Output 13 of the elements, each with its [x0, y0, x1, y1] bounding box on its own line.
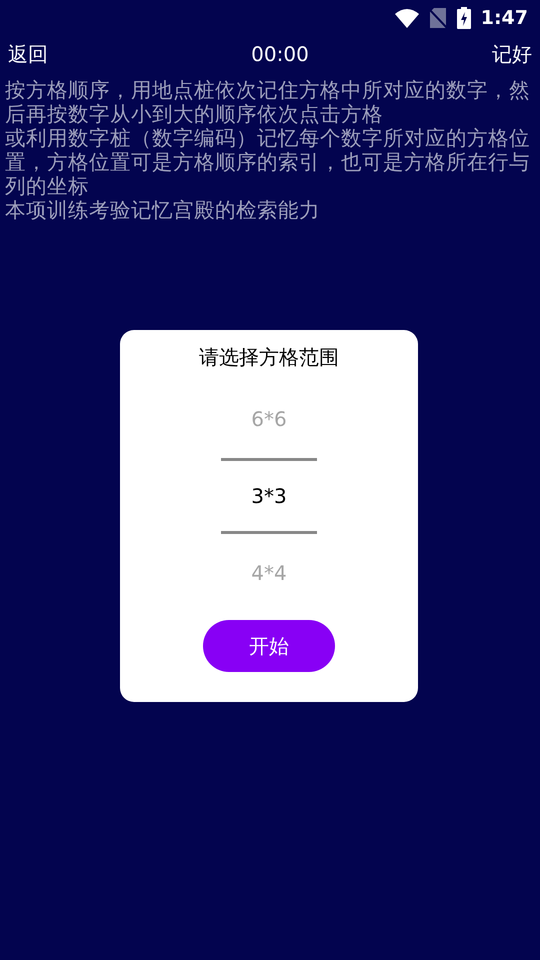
start-button[interactable]: 开始	[203, 620, 335, 672]
instruction-text: 本项训练考验记忆宫殿的检索能力	[5, 198, 321, 222]
battery-charging-icon	[456, 7, 471, 29]
back-button[interactable]: 返回	[8, 39, 48, 69]
no-sim-icon	[428, 7, 447, 29]
picker-option[interactable]: 3*3	[251, 481, 287, 511]
status-time: 1:47	[480, 6, 528, 31]
timer: 00:00	[251, 41, 309, 68]
instruction-text: 按方格顺序，用地点桩依次记住方格中所对应的数字，然后再按数字从小到大的顺序依次点击方格	[5, 78, 531, 126]
dialog-title: 请选择方格范围	[199, 344, 339, 371]
instruction-text: 或利用数字桩（数字编码）记忆每个数字所对应的方格位置，方格位置可是方格顺序的索引，也可是方格所在行与列的坐标	[5, 126, 531, 198]
done-button[interactable]: 记好	[492, 39, 532, 69]
wifi-icon	[394, 8, 419, 28]
